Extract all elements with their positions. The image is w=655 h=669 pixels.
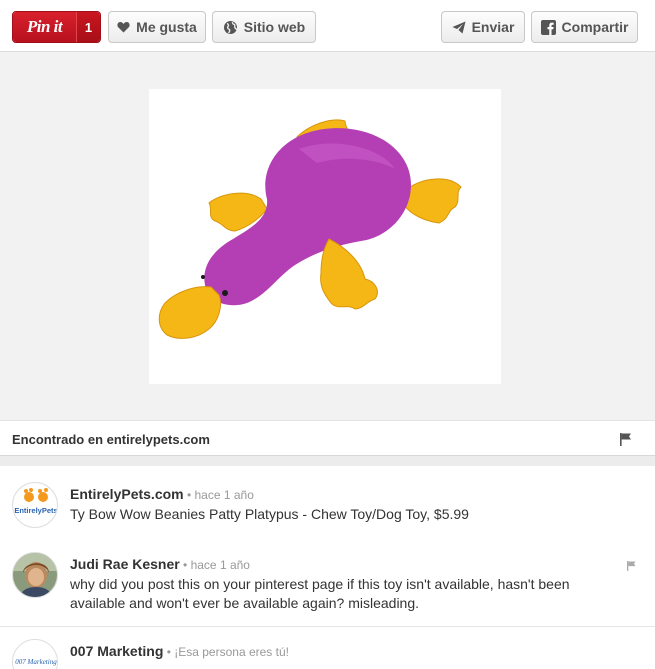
user-photo-icon [13,553,57,597]
website-label: Sitio web [243,19,306,35]
flag-icon[interactable] [620,433,632,446]
like-button[interactable]: Me gusta [108,11,206,43]
share-label: Compartir [561,19,629,35]
comments-list: EntirelyPets EntirelyPets.com • hace 1 a… [0,466,655,669]
comment-author-name[interactable]: EntirelyPets.com [70,486,184,502]
platypus-toy-illustration [158,119,462,339]
comment-text: why did you post this on your pinterest … [70,576,570,611]
pin-it-button[interactable]: Pin it 1 [12,11,101,43]
send-button[interactable]: Enviar [441,11,525,43]
paper-plane-icon [452,21,466,33]
facebook-icon [540,19,556,35]
action-toolbar: Pin it 1 Me gusta Sitio web Enviar Compa… [0,0,655,52]
section-gap [0,456,655,466]
comment-time: • hace 1 año [179,558,250,572]
send-label: Enviar [471,19,515,35]
entirelypets-logo-icon: EntirelyPets [14,488,57,515]
product-image[interactable] [149,89,501,384]
image-stage [0,52,655,420]
website-button[interactable]: Sitio web [212,11,316,43]
comment-author-name[interactable]: Judi Rae Kesner [70,556,180,572]
007-marketing-logo-icon: 007 Marketing [13,640,57,669]
like-label: Me gusta [136,19,197,35]
comment-text: Ty Bow Wow Beanies Patty Platypus - Chew… [70,506,469,522]
pin-count: 1 [76,12,100,42]
comment-author[interactable]: Judi Rae Kesner • hace 1 año [70,556,250,572]
comment-time: • hace 1 año [183,488,254,502]
comment-time: • ¡Esa persona eres tú! [163,645,289,659]
avatar-text: EntirelyPets [14,506,57,515]
globe-icon [223,20,237,34]
comment-author-name[interactable]: 007 Marketing [70,643,163,659]
heart-icon [117,21,130,33]
avatar[interactable] [12,552,58,598]
comment-author[interactable]: EntirelyPets.com • hace 1 año [70,486,254,502]
share-button[interactable]: Compartir [531,11,638,43]
flag-icon[interactable] [627,561,636,571]
avatar-text: 007 Marketing [15,658,57,666]
comment-author[interactable]: 007 Marketing • ¡Esa persona eres tú! [70,643,289,659]
avatar[interactable]: EntirelyPets [12,482,58,528]
found-on-link[interactable]: Encontrado en entirelypets.com [12,432,210,447]
comment-divider [0,626,655,627]
found-on-bar: Encontrado en entirelypets.com [0,420,655,456]
pin-it-label: Pin it [13,12,76,42]
avatar[interactable]: 007 Marketing [12,639,58,669]
